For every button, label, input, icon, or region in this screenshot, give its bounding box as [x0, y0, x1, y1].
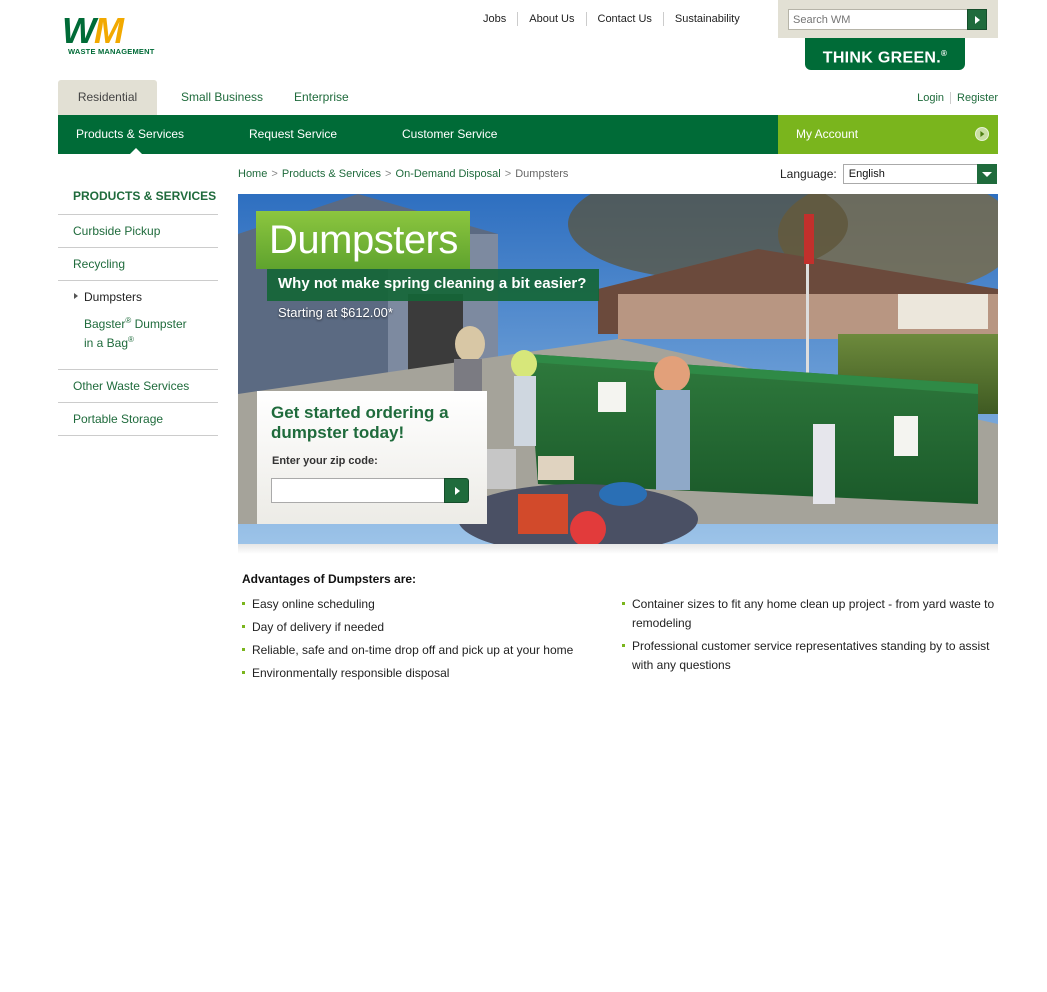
list-item: Professional customer service representa…: [622, 637, 998, 675]
arrow-circle-icon: [975, 127, 989, 141]
arrow-right-icon: [454, 486, 460, 495]
sidebar-item-other-waste-services[interactable]: Other Waste Services: [58, 370, 218, 403]
page: WM WASTE MANAGEMENT Jobs About Us Contac…: [58, 0, 998, 992]
sidebar-subitem-bagster[interactable]: Bagster® Dumpster in a Bag®: [58, 312, 218, 370]
tab-small-business[interactable]: Small Business: [162, 80, 284, 115]
hero-banner: Dumpsters Why not make spring cleaning a…: [238, 194, 998, 544]
search-input[interactable]: [788, 9, 968, 30]
breadcrumb-on-demand-disposal[interactable]: On-Demand Disposal: [396, 168, 501, 180]
tab-enterprise[interactable]: Enterprise: [284, 80, 349, 115]
breadcrumb-current: Dumpsters: [515, 168, 569, 180]
logo-wordmark: WASTE MANAGEMENT: [68, 47, 155, 56]
advantages-list-left: Easy online scheduling Day of delivery i…: [242, 595, 602, 687]
search-panel: [778, 0, 998, 38]
zip-code-input[interactable]: [271, 478, 446, 503]
sidebar-item-dumpsters[interactable]: Dumpsters: [58, 281, 218, 312]
my-account-button[interactable]: My Account: [778, 115, 998, 154]
language-select[interactable]: English: [842, 164, 997, 184]
tab-residential[interactable]: Residential: [58, 80, 157, 115]
account-links: Login Register: [911, 92, 998, 104]
wm-logo[interactable]: WM WASTE MANAGEMENT: [62, 10, 176, 60]
breadcrumb-products-services[interactable]: Products & Services: [282, 168, 381, 180]
list-item: Easy online scheduling: [242, 595, 602, 614]
logo-mark: WM: [62, 10, 124, 51]
chevron-down-icon: [976, 164, 997, 184]
link-about-us[interactable]: About Us: [517, 12, 585, 26]
order-panel: Get started ordering a dumpster today! E…: [257, 391, 487, 524]
main-nav: Products & Services Request Service Cust…: [58, 115, 998, 154]
hero-title: Dumpsters: [256, 211, 470, 269]
sidebar-heading[interactable]: PRODUCTS & SERVICES: [58, 189, 218, 215]
language-picker: Language: English: [780, 164, 997, 184]
sidebar-item-label: Dumpsters: [84, 290, 143, 304]
segment-tabs: Residential Small Business Enterprise: [58, 80, 349, 115]
zip-label: Enter your zip code:: [272, 455, 378, 467]
nav-customer-service[interactable]: Customer Service: [402, 115, 497, 154]
breadcrumb: Home > Products & Services > On-Demand D…: [238, 168, 569, 180]
sidebar-item-curbside-pickup[interactable]: Curbside Pickup: [58, 215, 218, 248]
order-title: Get started ordering a dumpster today!: [271, 403, 449, 442]
advantages-list-right: Container sizes to fit any home clean up…: [622, 595, 998, 679]
link-contact-us[interactable]: Contact Us: [585, 12, 663, 26]
caret-right-icon: [74, 293, 78, 299]
breadcrumb-home[interactable]: Home: [238, 168, 267, 180]
utility-nav: Jobs About Us Contact Us Sustainability: [472, 12, 751, 26]
language-label: Language:: [780, 167, 837, 181]
think-green-badge[interactable]: THINK GREEN.®: [805, 38, 965, 70]
active-nav-indicator: [130, 148, 142, 154]
my-account-label: My Account: [796, 127, 859, 141]
hero-shadow: [238, 544, 998, 554]
sidebar-item-recycling[interactable]: Recycling: [58, 248, 218, 281]
register-link[interactable]: Register: [950, 92, 998, 104]
zip-submit-button[interactable]: [444, 478, 469, 503]
advantages-heading: Advantages of Dumpsters are:: [242, 572, 417, 586]
list-item: Container sizes to fit any home clean up…: [622, 595, 998, 633]
hero-price: Starting at $612.00*: [278, 305, 393, 320]
login-link[interactable]: Login: [911, 92, 950, 104]
nav-request-service[interactable]: Request Service: [249, 115, 337, 154]
arrow-right-icon: [975, 15, 980, 24]
list-item: Reliable, safe and on-time drop off and …: [242, 641, 602, 660]
link-sustainability[interactable]: Sustainability: [662, 12, 751, 26]
list-item: Day of delivery if needed: [242, 618, 602, 637]
link-jobs[interactable]: Jobs: [472, 12, 517, 26]
sidebar-item-portable-storage[interactable]: Portable Storage: [58, 403, 218, 436]
search-submit-button[interactable]: [967, 9, 987, 30]
hero-subtitle: Why not make spring cleaning a bit easie…: [267, 269, 599, 301]
sidebar-nav: PRODUCTS & SERVICES Curbside Pickup Recy…: [58, 189, 218, 436]
list-item: Environmentally responsible disposal: [242, 664, 602, 683]
